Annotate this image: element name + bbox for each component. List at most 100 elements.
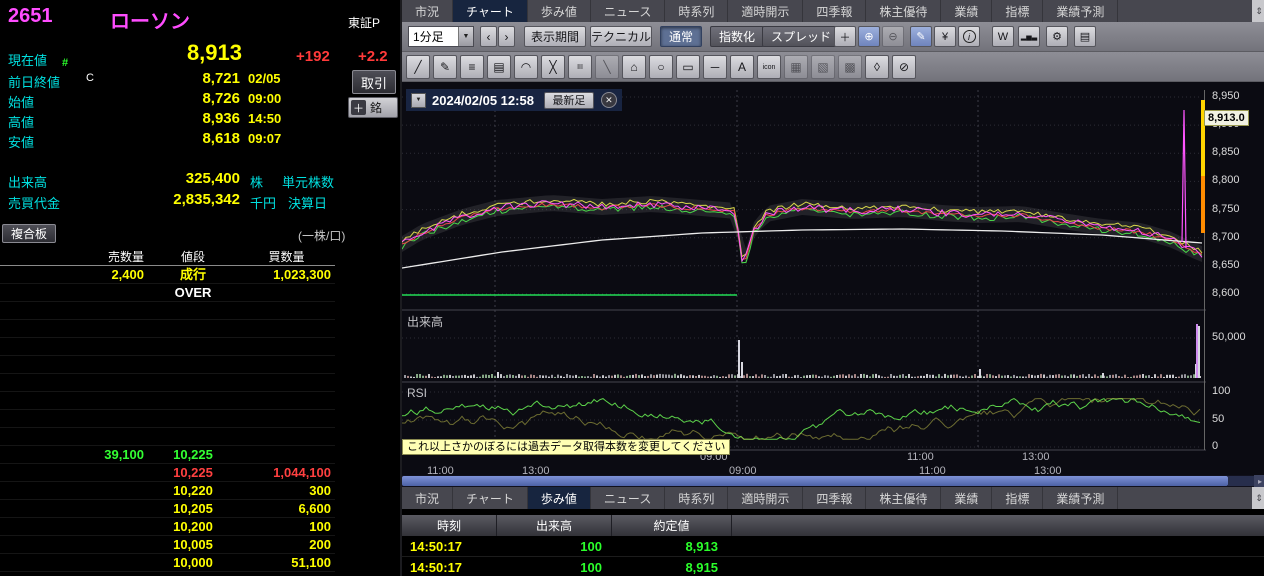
board-row[interactable] bbox=[0, 338, 335, 356]
diagonal-pen-tool-icon[interactable]: ╲ bbox=[595, 55, 619, 79]
group-tool-icon[interactable]: ▦ bbox=[784, 55, 808, 79]
tab-disclosure[interactable]: 適時開示 bbox=[728, 487, 804, 509]
board-row[interactable]: 10,205 6,600 bbox=[0, 500, 335, 518]
multi-hline-tool-icon[interactable]: ▤ bbox=[487, 55, 511, 79]
board-row[interactable] bbox=[0, 356, 335, 374]
tab-forecast[interactable]: 業績予測 bbox=[1043, 487, 1119, 509]
layer-tool-icon[interactable]: ▧ bbox=[811, 55, 835, 79]
scrollbar-thumb[interactable] bbox=[402, 476, 1228, 486]
zoom-out-icon[interactable]: ⊖ bbox=[882, 26, 904, 47]
add-symbol-button[interactable]: ＋ 銘 bbox=[348, 97, 398, 118]
trendline-tool-icon[interactable]: ╱ bbox=[406, 55, 430, 79]
tab-disclosure[interactable]: 適時開示 bbox=[728, 0, 804, 22]
prev-close-value: 8,721 bbox=[202, 70, 240, 87]
tab-forecast[interactable]: 業績予測 bbox=[1043, 0, 1119, 22]
technical-button[interactable]: テクニカル bbox=[590, 26, 652, 47]
board-sell bbox=[0, 554, 148, 572]
board-row[interactable]: 10,225 1,044,100 bbox=[0, 464, 335, 482]
next-period-button[interactable]: › bbox=[498, 26, 515, 47]
close-icon[interactable]: ✕ bbox=[600, 92, 617, 108]
scrollbar-right-arrow-icon[interactable]: ▸ bbox=[1254, 475, 1264, 487]
trade-button[interactable]: 取引 bbox=[352, 70, 396, 94]
chevron-down-icon[interactable]: ▼ bbox=[411, 92, 426, 108]
mode-index-button[interactable]: 指数化 bbox=[710, 26, 765, 47]
board-row[interactable] bbox=[0, 374, 335, 392]
prev-period-button[interactable]: ‹ bbox=[480, 26, 497, 47]
arc-tool-icon[interactable]: ◠ bbox=[514, 55, 538, 79]
stock-code: 2651 bbox=[8, 5, 53, 27]
text-tool-icon[interactable]: A bbox=[730, 55, 754, 79]
board-row[interactable] bbox=[0, 302, 335, 320]
segment-tool-icon[interactable]: ─ bbox=[703, 55, 727, 79]
cross-tool-icon[interactable]: ╳ bbox=[541, 55, 565, 79]
tab-overflow-icon[interactable]: ⇕ bbox=[1252, 487, 1264, 509]
tab-tick-list[interactable]: 歩み値 bbox=[527, 487, 591, 509]
tick-list-section: 時刻 出来高 約定値 14:50:17 100 8,913 14:50:17 100 8,… bbox=[402, 509, 1264, 576]
tab-chart[interactable]: チャート bbox=[453, 487, 528, 509]
price-step-icon[interactable]: W bbox=[992, 26, 1014, 47]
mode-normal-button[interactable]: 通常 bbox=[660, 26, 703, 47]
zoom-in-icon[interactable]: ⊕ bbox=[858, 26, 880, 47]
board-row[interactable] bbox=[0, 428, 335, 446]
composite-board-button[interactable]: 複合板 bbox=[2, 224, 56, 243]
board-row[interactable]: 10,005 200 bbox=[0, 536, 335, 554]
board-row[interactable]: 39,100 10,225 bbox=[0, 446, 335, 464]
tab-news[interactable]: ニュース bbox=[591, 0, 666, 22]
open-time: 09:00 bbox=[248, 91, 282, 106]
tab-shareholder-benefit[interactable]: 株主優待 bbox=[866, 0, 942, 22]
board-price: 10,225 bbox=[173, 465, 213, 480]
tab-results[interactable]: 業績 bbox=[941, 487, 993, 509]
display-period-button[interactable]: 表示期間 bbox=[524, 26, 586, 47]
tab-shikiho[interactable]: 四季報 bbox=[803, 0, 867, 22]
tab-news[interactable]: ニュース bbox=[591, 487, 666, 509]
pen-tool-icon[interactable]: ✎ bbox=[433, 55, 457, 79]
tab-indicators[interactable]: 指標 bbox=[992, 487, 1044, 509]
settings-wrench-icon[interactable]: ⚙ bbox=[1046, 26, 1068, 47]
bar-chart-icon[interactable]: ▂▅▃ bbox=[1018, 26, 1040, 47]
tab-market[interactable]: 市況 bbox=[402, 0, 454, 22]
printer-icon[interactable]: ▤ bbox=[1074, 26, 1096, 47]
clear-all-tool-icon[interactable]: ⊘ bbox=[892, 55, 916, 79]
board-row[interactable] bbox=[0, 320, 335, 338]
tab-shikiho[interactable]: 四季報 bbox=[803, 487, 867, 509]
polygon-tool-icon[interactable]: ⌂ bbox=[622, 55, 646, 79]
draw-pencil-icon[interactable]: ✎ bbox=[910, 26, 932, 47]
circle-tool-icon[interactable]: ○ bbox=[649, 55, 673, 79]
board-row[interactable]: 2,400 成行 1,023,300 bbox=[0, 266, 335, 284]
tab-time-series[interactable]: 時系列 bbox=[665, 0, 729, 22]
chart-scrollbar[interactable]: ▸ bbox=[402, 475, 1264, 487]
prev-close-label: 前日終値 bbox=[8, 75, 61, 90]
icon-stamp-tool-icon[interactable]: icon bbox=[757, 55, 781, 79]
tab-shareholder-benefit[interactable]: 株主優待 bbox=[866, 487, 942, 509]
tab-time-series[interactable]: 時系列 bbox=[665, 487, 729, 509]
vline-tool-icon[interactable]: ΙΙΙ bbox=[568, 55, 592, 79]
info-icon[interactable]: i bbox=[958, 26, 980, 47]
tab-results[interactable]: 業績 bbox=[941, 0, 993, 22]
tab-indicators[interactable]: 指標 bbox=[992, 0, 1044, 22]
yen-icon[interactable]: ¥ bbox=[934, 26, 956, 47]
board-row[interactable]: OVER bbox=[0, 284, 335, 302]
tab-overflow-icon[interactable]: ⇕ bbox=[1252, 0, 1264, 22]
board-row[interactable] bbox=[0, 392, 335, 410]
tab-market[interactable]: 市況 bbox=[402, 487, 454, 509]
board-row[interactable]: 10,200 100 bbox=[0, 518, 335, 536]
add-symbol-label: 銘 bbox=[370, 101, 383, 115]
hline-tool-icon[interactable]: ≡ bbox=[460, 55, 484, 79]
board-sell bbox=[0, 518, 148, 536]
interval-select[interactable]: 1分足 ▼ bbox=[408, 26, 474, 47]
mode-spread-button[interactable]: スプレッド bbox=[762, 26, 841, 47]
latest-candle-button[interactable]: 最新足 bbox=[543, 91, 594, 109]
board-row[interactable]: 10,220 300 bbox=[0, 482, 335, 500]
chart-canvas[interactable] bbox=[401, 82, 1206, 475]
board-sell bbox=[0, 482, 148, 500]
rect-tool-icon[interactable]: ▭ bbox=[676, 55, 700, 79]
board-row[interactable] bbox=[0, 410, 335, 428]
board-row[interactable]: 10,000 51,100 bbox=[0, 554, 335, 572]
lock-tool-icon[interactable]: ▩ bbox=[838, 55, 862, 79]
eraser-tool-icon[interactable]: ◊ bbox=[865, 55, 889, 79]
trade-time: 14:50:17 bbox=[410, 560, 463, 575]
tab-tick-list[interactable]: 歩み値 bbox=[528, 0, 591, 22]
board-buy bbox=[238, 338, 335, 356]
tab-chart[interactable]: チャート bbox=[453, 0, 528, 22]
add-icon[interactable]: ＋ bbox=[834, 26, 856, 47]
